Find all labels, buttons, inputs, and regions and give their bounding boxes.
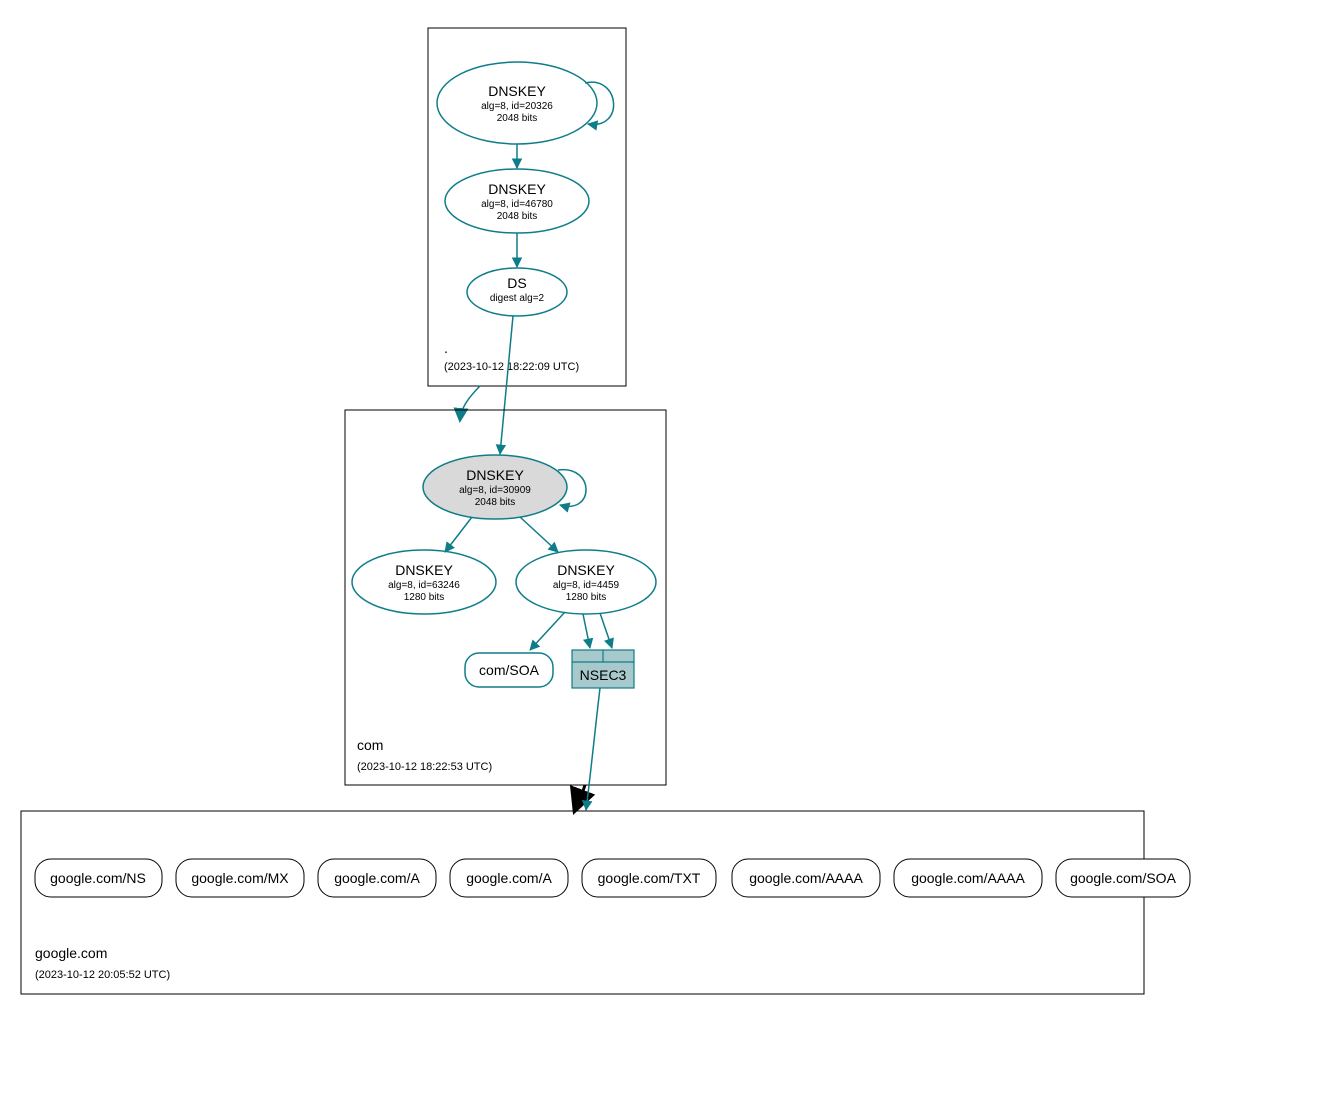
node-google-aaaa-2: google.com/AAAA [894,859,1042,897]
node-detail: 1280 bits [566,592,607,603]
edge [600,613,612,648]
node-title: google.com/A [466,870,552,886]
node-detail: 2048 bits [475,497,516,508]
zone-timestamp: (2023-10-12 18:22:53 UTC) [357,761,492,773]
node-google-mx: google.com/MX [176,859,304,897]
edge [583,614,590,648]
node-title: NSEC3 [580,667,627,683]
node-com-soa: com/SOA [465,653,553,687]
node-detail: alg=8, id=46780 [481,199,553,210]
node-google-aaaa-1: google.com/AAAA [732,859,880,897]
node-title: DNSKEY [488,181,546,197]
node-title: DNSKEY [466,467,524,483]
node-detail: 2048 bits [497,211,538,222]
node-title: google.com/MX [191,870,289,886]
zone-timestamp: (2023-10-12 18:22:09 UTC) [444,361,579,373]
node-title: google.com/A [334,870,420,886]
node-nsec3: NSEC3 [572,650,634,688]
node-detail: 1280 bits [404,592,445,603]
edge-zone-root-to-com [460,386,480,420]
node-title: DS [507,275,526,291]
node-root-ds: DS digest alg=2 [467,268,567,316]
node-root-zsk: DNSKEY alg=8, id=46780 2048 bits [445,169,589,233]
node-title: google.com/SOA [1070,870,1176,886]
zone-com: DNSKEY alg=8, id=30909 2048 bits DNSKEY … [345,410,666,785]
node-title: DNSKEY [557,562,615,578]
node-detail: alg=8, id=4459 [553,580,620,591]
node-title: google.com/NS [50,870,146,886]
node-google-a-2: google.com/A [450,859,568,897]
node-com-ksk: DNSKEY alg=8, id=30909 2048 bits [423,455,567,519]
node-detail: alg=8, id=63246 [388,580,460,591]
node-google-txt: google.com/TXT [582,859,716,897]
zone-google: google.com/NS google.com/MX google.com/A… [21,811,1190,994]
node-root-ksk: DNSKEY alg=8, id=20326 2048 bits [437,62,597,144]
edge [530,612,565,650]
zone-timestamp: (2023-10-12 20:05:52 UTC) [35,969,170,981]
node-title: DNSKEY [488,83,546,99]
node-title: google.com/TXT [598,870,701,886]
node-detail: 2048 bits [497,113,538,124]
node-title: com/SOA [479,662,540,678]
zone-label: . [444,340,448,356]
edge-nsec3-to-google [586,688,600,810]
node-com-zsk1: DNSKEY alg=8, id=63246 1280 bits [352,550,496,614]
edge-zone-com-to-google-black [575,785,585,810]
edge [520,517,558,552]
node-detail: digest alg=2 [490,293,545,304]
node-detail: alg=8, id=30909 [459,485,531,496]
zone-label: com [357,737,383,753]
zone-label: google.com [35,945,107,961]
dnssec-chain-diagram: DNSKEY alg=8, id=20326 2048 bits DNSKEY … [10,10,1317,1104]
node-google-a-1: google.com/A [318,859,436,897]
zone-root: DNSKEY alg=8, id=20326 2048 bits DNSKEY … [428,28,626,386]
node-title: google.com/AAAA [749,870,863,886]
node-com-zsk2: DNSKEY alg=8, id=4459 1280 bits [516,550,656,614]
edge-ds-to-com-ksk [500,316,513,454]
edge [445,517,472,552]
node-google-soa: google.com/SOA [1056,859,1190,897]
node-google-ns: google.com/NS [35,859,162,897]
node-title: google.com/AAAA [911,870,1025,886]
node-title: DNSKEY [395,562,453,578]
node-detail: alg=8, id=20326 [481,101,553,112]
